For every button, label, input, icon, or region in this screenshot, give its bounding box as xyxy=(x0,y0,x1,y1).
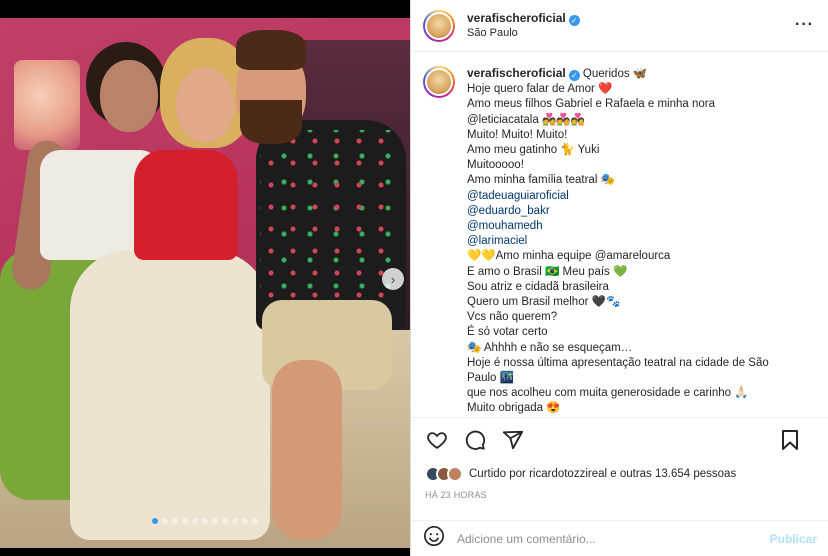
caption-line-text: Amo meu gatinho 🐈 Yuki xyxy=(467,144,600,157)
carousel-dot xyxy=(242,518,248,524)
photo-person-center-face xyxy=(176,68,234,142)
caption-line-text: Muito obrigada 😍 xyxy=(467,402,561,415)
post-timestamp[interactable]: HÁ 23 HORAS xyxy=(411,486,828,504)
caption-line-text: Muitooooo! xyxy=(467,159,524,172)
photo-person-center-skirt xyxy=(70,250,270,540)
caption-line: Hoje é nossa última apresentação teatral… xyxy=(467,356,807,371)
caption-line: Amo meus filhos Gabriel e Rafaela e minh… xyxy=(467,97,807,112)
caption-line-text: Sou atriz e cidadã brasileira xyxy=(467,280,609,293)
carousel-dot xyxy=(212,518,218,524)
post-username[interactable]: verafischeroficial xyxy=(467,11,566,25)
caption-line: E amo o Brasil 🇧🇷 Meu país 💚 xyxy=(467,265,807,280)
photo-person-right-beard xyxy=(240,100,302,144)
caption-line-text: 🎭 Ahhhh e não se esqueçam… xyxy=(467,341,633,354)
more-options-icon[interactable]: ··· xyxy=(795,16,814,34)
carousel-dot xyxy=(232,518,238,524)
caption-line: É só votar certo xyxy=(467,325,807,340)
post-location[interactable]: São Paulo xyxy=(467,26,580,41)
caption-line: Muito! Muito! Muito! xyxy=(467,128,807,143)
photo-shirt-pattern xyxy=(260,130,400,310)
caption-line-text: que nos acolheu com muita generosidade e… xyxy=(467,387,749,400)
caption-avatar[interactable] xyxy=(423,66,455,98)
caption-section: verafischeroficial ✓ Queridos 🦋 Hoje quero… xyxy=(411,52,828,418)
post-header: verafischeroficial ✓ São Paulo ··· xyxy=(411,0,828,52)
carousel-next-button[interactable]: › xyxy=(382,268,404,290)
post-photo[interactable]: › xyxy=(0,0,410,556)
comment-input[interactable] xyxy=(457,531,770,546)
caption-line: @leticiacatala 💑💑💑 xyxy=(467,113,807,128)
caption-line-text: Amo meus filhos Gabriel e Rafaela e minh… xyxy=(467,98,716,111)
caption-line-text: É só votar certo xyxy=(467,326,548,339)
caption-line: verafischeroficial ✓ Queridos 🦋 xyxy=(467,66,807,82)
caption-line: @tadeuaguiaroficial xyxy=(467,189,807,204)
carousel-indicator xyxy=(0,518,410,524)
mention-link[interactable]: @larimaciel xyxy=(467,235,527,247)
verified-badge-icon: ✓ xyxy=(568,15,580,26)
carousel-dot xyxy=(202,518,208,524)
caption-line: @eduardo_bakr xyxy=(467,204,807,219)
caption-line: Paulo 🌃 xyxy=(467,371,807,386)
likes-row[interactable]: Curtido por ricardotozzireal e outras 13… xyxy=(411,462,828,486)
caption-line: Hoje quero falar de Amor ❤️ xyxy=(467,82,807,97)
smiley-icon[interactable] xyxy=(423,525,445,552)
caption-line-text: Quero um Brasil melhor 🖤🐾 xyxy=(467,296,621,309)
instagram-post-view: › verafischeroficial ✓ São Paulo ··· vera… xyxy=(0,0,828,556)
photo-person-right-leg xyxy=(272,360,342,540)
action-bar xyxy=(411,418,828,462)
post-side-panel: verafischeroficial ✓ São Paulo ··· verafi… xyxy=(410,0,828,556)
heart-icon[interactable] xyxy=(425,428,449,452)
caption-line-text: Muito! Muito! Muito! xyxy=(467,128,568,141)
caption-username[interactable]: verafischeroficial xyxy=(467,66,566,80)
carousel-dot xyxy=(192,518,198,524)
chevron-right-icon: › xyxy=(390,271,396,287)
caption-line-text: E amo o Brasil 🇧🇷 Meu país 💚 xyxy=(467,265,628,278)
carousel-dot xyxy=(182,518,188,524)
caption-text: verafischeroficial ✓ Queridos 🦋 Hoje quero… xyxy=(467,66,807,417)
carousel-dot xyxy=(162,518,168,524)
caption-line-text: Paulo 🌃 xyxy=(467,372,514,385)
photo-person-right-hair xyxy=(236,30,306,70)
caption-line: 🎭 Ahhhh e não se esqueçam… xyxy=(467,341,807,356)
caption-line-text: @leticiacatala 💑💑💑 xyxy=(467,113,585,126)
carousel-dot xyxy=(152,518,158,524)
caption-line-text: Queridos 🦋 xyxy=(582,68,648,80)
caption-line: Vcs não querem? xyxy=(467,310,807,325)
likes-count[interactable]: Curtido por ricardotozzireal e outras 13… xyxy=(469,468,736,480)
share-icon[interactable] xyxy=(501,428,525,452)
caption-line: @mouhamedh xyxy=(467,219,807,234)
caption-line: Muito obrigada 😍 xyxy=(467,401,807,416)
caption-line: Muitooooo! xyxy=(467,158,807,173)
caption-line-text: Vcs não querem? xyxy=(467,311,558,324)
caption-line-text: Amo minha família teatral 🎭 xyxy=(467,174,615,187)
caption-line: Quero um Brasil melhor 🖤🐾 xyxy=(467,295,807,310)
caption-line: Sou atriz e cidadã brasileira xyxy=(467,280,807,295)
carousel-dot xyxy=(222,518,228,524)
comment-bar: Publicar xyxy=(411,520,828,556)
caption-line: 💛💛Amo minha equipe @amarelourca xyxy=(467,249,807,264)
caption-line-text: Hoje quero falar de Amor ❤️ xyxy=(467,83,613,96)
caption-line-text: 💛💛Amo minha equipe @amarelourca xyxy=(467,250,671,263)
carousel-dot xyxy=(252,518,258,524)
mention-link[interactable]: @tadeuaguiaroficial xyxy=(467,190,569,202)
bookmark-icon[interactable] xyxy=(778,428,802,452)
mention-link[interactable]: @mouhamedh xyxy=(467,220,543,232)
caption-line: que nos acolheu com muita generosidade e… xyxy=(467,386,807,401)
mention-link[interactable]: @eduardo_bakr xyxy=(467,205,550,217)
carousel-dot xyxy=(172,518,178,524)
verified-badge-icon: ✓ xyxy=(568,70,580,81)
comment-icon[interactable] xyxy=(463,428,487,452)
photo-person-left-face xyxy=(100,60,158,132)
caption-line: Amo meu gatinho 🐈 Yuki xyxy=(467,143,807,158)
avatar[interactable] xyxy=(423,9,455,42)
photo-person-center-top xyxy=(134,150,238,260)
publish-button[interactable]: Publicar xyxy=(770,532,817,546)
caption-line: Amo minha família teatral 🎭 xyxy=(467,173,807,188)
caption-line-text: Hoje é nossa última apresentação teatral… xyxy=(467,356,769,369)
photo-lamp xyxy=(14,60,80,150)
caption-line: @larimaciel xyxy=(467,234,807,249)
liker-avatars xyxy=(425,466,463,482)
